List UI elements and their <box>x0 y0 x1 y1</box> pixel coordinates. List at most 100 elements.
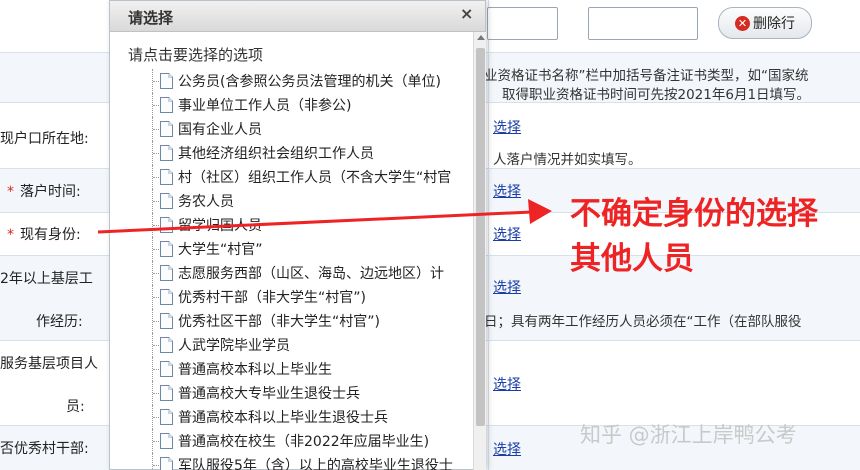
option-label: 国有企业人员 <box>178 122 262 138</box>
dialog-instruction: 请点击要选择的选项 <box>128 46 264 64</box>
tree-connector <box>152 309 161 333</box>
scroll-thumb[interactable] <box>476 48 485 426</box>
tree-connector <box>152 357 161 381</box>
option-item[interactable]: 优秀社区干部（非大学生“村官”) <box>152 309 380 333</box>
label-settle-time: * 落户时间: <box>7 181 81 201</box>
document-icon <box>160 289 173 305</box>
document-icon <box>160 241 173 257</box>
document-icon <box>160 121 173 137</box>
tree-connector <box>152 237 161 261</box>
watermark: 知乎 @浙江上岸鸭公考 <box>580 423 797 447</box>
option-item[interactable]: 国有企业人员 <box>152 117 262 141</box>
option-item[interactable]: 大学生“村官” <box>152 237 263 261</box>
label-text: 现有身份: <box>20 227 81 243</box>
document-icon <box>160 433 173 449</box>
delete-row-label: 删除行 <box>753 16 795 32</box>
option-item[interactable]: 人武学院毕业学员 <box>152 333 290 357</box>
option-item[interactable]: 优秀村干部（非大学生“村官”) <box>152 285 366 309</box>
tree-connector <box>152 429 161 453</box>
document-icon <box>160 73 173 89</box>
document-icon <box>160 265 173 281</box>
label-hukou-location: 现户口所在地: <box>0 131 89 147</box>
tree-connector <box>152 141 161 165</box>
option-label: 村（社区）组织工作人员（不含大学生“村官 <box>178 170 452 186</box>
annotation-text: 不确定身份的选择 其他人员 <box>570 192 818 282</box>
tree-connector <box>152 93 161 117</box>
required-mark: * <box>7 227 14 243</box>
annotation-line2: 其他人员 <box>570 241 694 277</box>
option-item[interactable]: 普通高校在校生（非2022年应届毕业生) <box>152 429 430 453</box>
option-item[interactable]: 村（社区）组织工作人员（不含大学生“村官 <box>152 165 452 189</box>
document-icon <box>160 457 173 470</box>
option-label: 公务员(含参照公务员法管理的机关（单位) <box>178 74 441 90</box>
option-item[interactable]: 事业单位工作人员（非参公) <box>152 93 352 117</box>
tree-connector <box>152 69 161 93</box>
option-label: 普通高校大专毕业生退役士兵 <box>178 386 360 402</box>
option-item[interactable]: 普通高校大专毕业生退役士兵 <box>152 381 360 405</box>
option-item[interactable]: 务农人员 <box>152 189 234 213</box>
tree-connector <box>152 285 161 309</box>
tree-connector <box>152 213 161 237</box>
document-icon <box>160 409 173 425</box>
option-item[interactable]: 志愿服务西部（山区、海岛、边远地区）计 <box>152 261 444 285</box>
option-label: 务农人员 <box>178 194 234 210</box>
tree-connector <box>152 189 161 213</box>
document-icon <box>160 217 173 233</box>
select-link-hukou[interactable]: 选择 <box>493 117 521 137</box>
label-grassroots-line1: 2年以上基层工 <box>0 271 93 287</box>
select-link-identity[interactable]: 选择 <box>493 224 521 244</box>
document-icon <box>160 313 173 329</box>
select-link-settle-time[interactable]: 选择 <box>493 181 521 201</box>
scroll-up-arrow-icon[interactable] <box>477 35 485 40</box>
delete-icon: ✕ <box>735 15 750 31</box>
work-experience-note: 日；具有两年工作经历人员必须在“工作（在部队服役 <box>484 314 802 330</box>
option-label: 其他经济组织社会组织工作人员 <box>178 146 374 162</box>
document-icon <box>160 169 173 185</box>
delete-row-button[interactable]: ✕ 删除行 <box>718 7 812 39</box>
label-excellent-village-cadre: 否优秀村干部: <box>0 441 89 457</box>
dialog-header[interactable]: 请选择 × <box>110 1 485 32</box>
select-link-village-cadre[interactable]: 选择 <box>493 439 521 459</box>
certificate-note-line1: 业资格证书名称”栏中加括号备注证书类型，如“国家统 <box>484 68 809 84</box>
document-icon <box>160 97 173 113</box>
option-label: 军队服役5年（含）以上的高校毕业生退役士 <box>178 458 453 470</box>
document-icon <box>160 337 173 353</box>
option-item[interactable]: 普通高校本科以上毕业生退役士兵 <box>152 405 388 429</box>
tree-connector <box>152 381 161 405</box>
select-dialog: 请选择 × 请点击要选择的选项 公务员(含参照公务员法管理的机关（单位) 事业单… <box>109 0 486 470</box>
option-item[interactable]: 留学归国人员 <box>152 213 262 237</box>
option-label: 事业单位工作人员（非参公) <box>178 98 352 114</box>
label-service-project-line1: 服务基层项目人 <box>0 356 98 372</box>
tree-connector <box>152 453 161 470</box>
select-link-service-project[interactable]: 选择 <box>493 374 521 394</box>
certificate-time-input[interactable] <box>588 7 698 40</box>
annotation-line1: 不确定身份的选择 <box>570 196 818 232</box>
option-label: 普通高校在校生（非2022年应届毕业生) <box>178 434 430 450</box>
tree-connector <box>152 333 161 357</box>
label-service-project-line2: 员: <box>66 399 85 415</box>
tree-connector <box>152 261 161 285</box>
certificate-input[interactable] <box>487 7 558 40</box>
select-link-grassroots[interactable]: 选择 <box>493 277 521 297</box>
dialog-title: 请选择 <box>128 9 174 27</box>
tree-connector <box>152 405 161 429</box>
option-label: 普通高校本科以上毕业生退役士兵 <box>178 410 388 426</box>
document-icon <box>160 145 173 161</box>
close-icon[interactable]: × <box>460 4 473 23</box>
tree-connector <box>152 117 161 141</box>
label-grassroots-line2: 作经历: <box>36 314 83 330</box>
document-icon <box>160 385 173 401</box>
required-mark: * <box>7 184 14 200</box>
option-item[interactable]: 普通高校本科以上毕业生 <box>152 357 332 381</box>
option-label: 优秀社区干部（非大学生“村官”) <box>178 314 380 330</box>
label-text: 落户时间: <box>20 184 81 200</box>
vertical-scrollbar[interactable] <box>473 32 486 470</box>
option-label: 留学归国人员 <box>178 218 262 234</box>
document-icon <box>160 361 173 377</box>
document-icon <box>160 193 173 209</box>
option-label: 志愿服务西部（山区、海岛、边远地区）计 <box>178 266 444 282</box>
hukou-note: 人落户情况并如实填写。 <box>493 152 642 168</box>
option-item[interactable]: 军队服役5年（含）以上的高校毕业生退役士 <box>152 453 453 470</box>
option-item[interactable]: 其他经济组织社会组织工作人员 <box>152 141 374 165</box>
option-item[interactable]: 公务员(含参照公务员法管理的机关（单位) <box>152 69 441 93</box>
